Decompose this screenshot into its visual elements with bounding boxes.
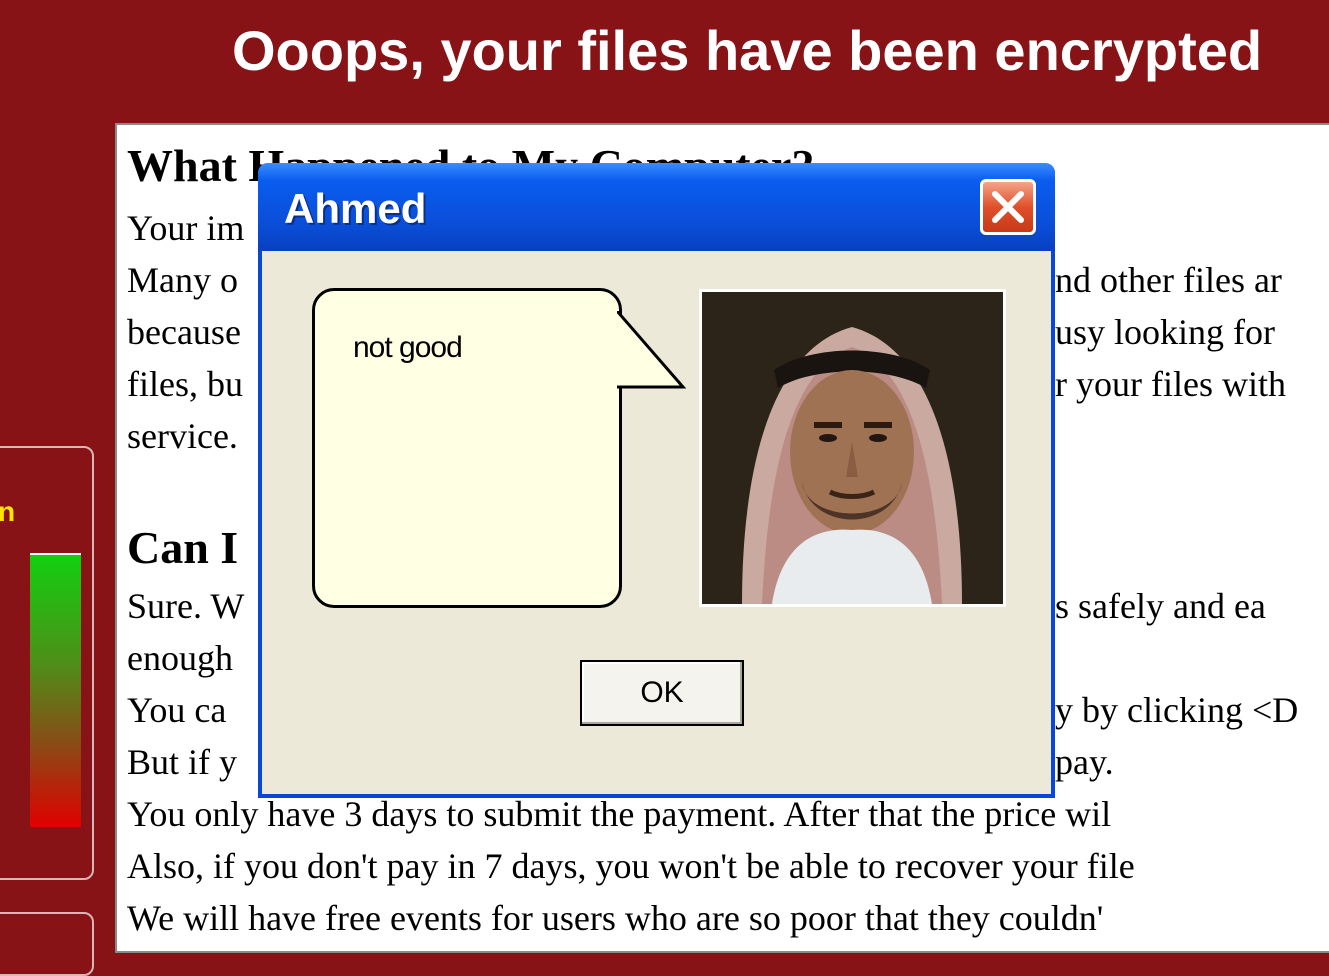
text-line: r your files with xyxy=(1055,364,1286,404)
text-line: files, bu xyxy=(127,364,243,404)
text-line: usy looking for xyxy=(1055,312,1275,352)
heading-can-i: Can I xyxy=(127,522,239,573)
text-line: But if y xyxy=(127,742,238,782)
text-line: Also, if you don't pay in 7 days, you wo… xyxy=(127,846,1135,886)
text-line: Sure. W xyxy=(127,586,245,626)
text-line: You ca xyxy=(127,690,227,730)
close-button[interactable] xyxy=(980,179,1036,235)
text-line: Your im xyxy=(127,208,245,248)
window-title: Ooops, your files have been encrypted xyxy=(232,19,1263,82)
speech-bubble: not good xyxy=(312,288,622,608)
dialog-message: not good xyxy=(353,331,463,364)
text-line: pay. xyxy=(1055,742,1114,782)
text-line: Many o xyxy=(127,260,238,300)
text-line: nd other files ar xyxy=(1055,260,1282,300)
ok-button[interactable]: OK xyxy=(580,660,744,726)
text-line: s safely and ea xyxy=(1055,586,1266,626)
dialog-title: Ahmed xyxy=(284,185,427,232)
profile-photo xyxy=(699,289,1006,607)
side-panel-label: n xyxy=(0,496,16,527)
speech-bubble-tail xyxy=(617,311,687,389)
text-line: enough xyxy=(127,638,233,678)
dialog-titlebar[interactable]: Ahmed xyxy=(258,163,1055,251)
text-line: You only have 3 days to submit the payme… xyxy=(127,794,1112,834)
close-icon xyxy=(992,191,1024,223)
person-photo-icon xyxy=(702,292,1003,604)
text-line: service. xyxy=(127,416,238,456)
text-line: because xyxy=(127,312,241,352)
message-dialog: Ahmed not good OK xyxy=(258,163,1055,798)
text-line: y by clicking <D xyxy=(1055,690,1299,730)
countdown-progress-bar xyxy=(30,553,81,827)
side-panel-box-lower xyxy=(0,912,94,976)
